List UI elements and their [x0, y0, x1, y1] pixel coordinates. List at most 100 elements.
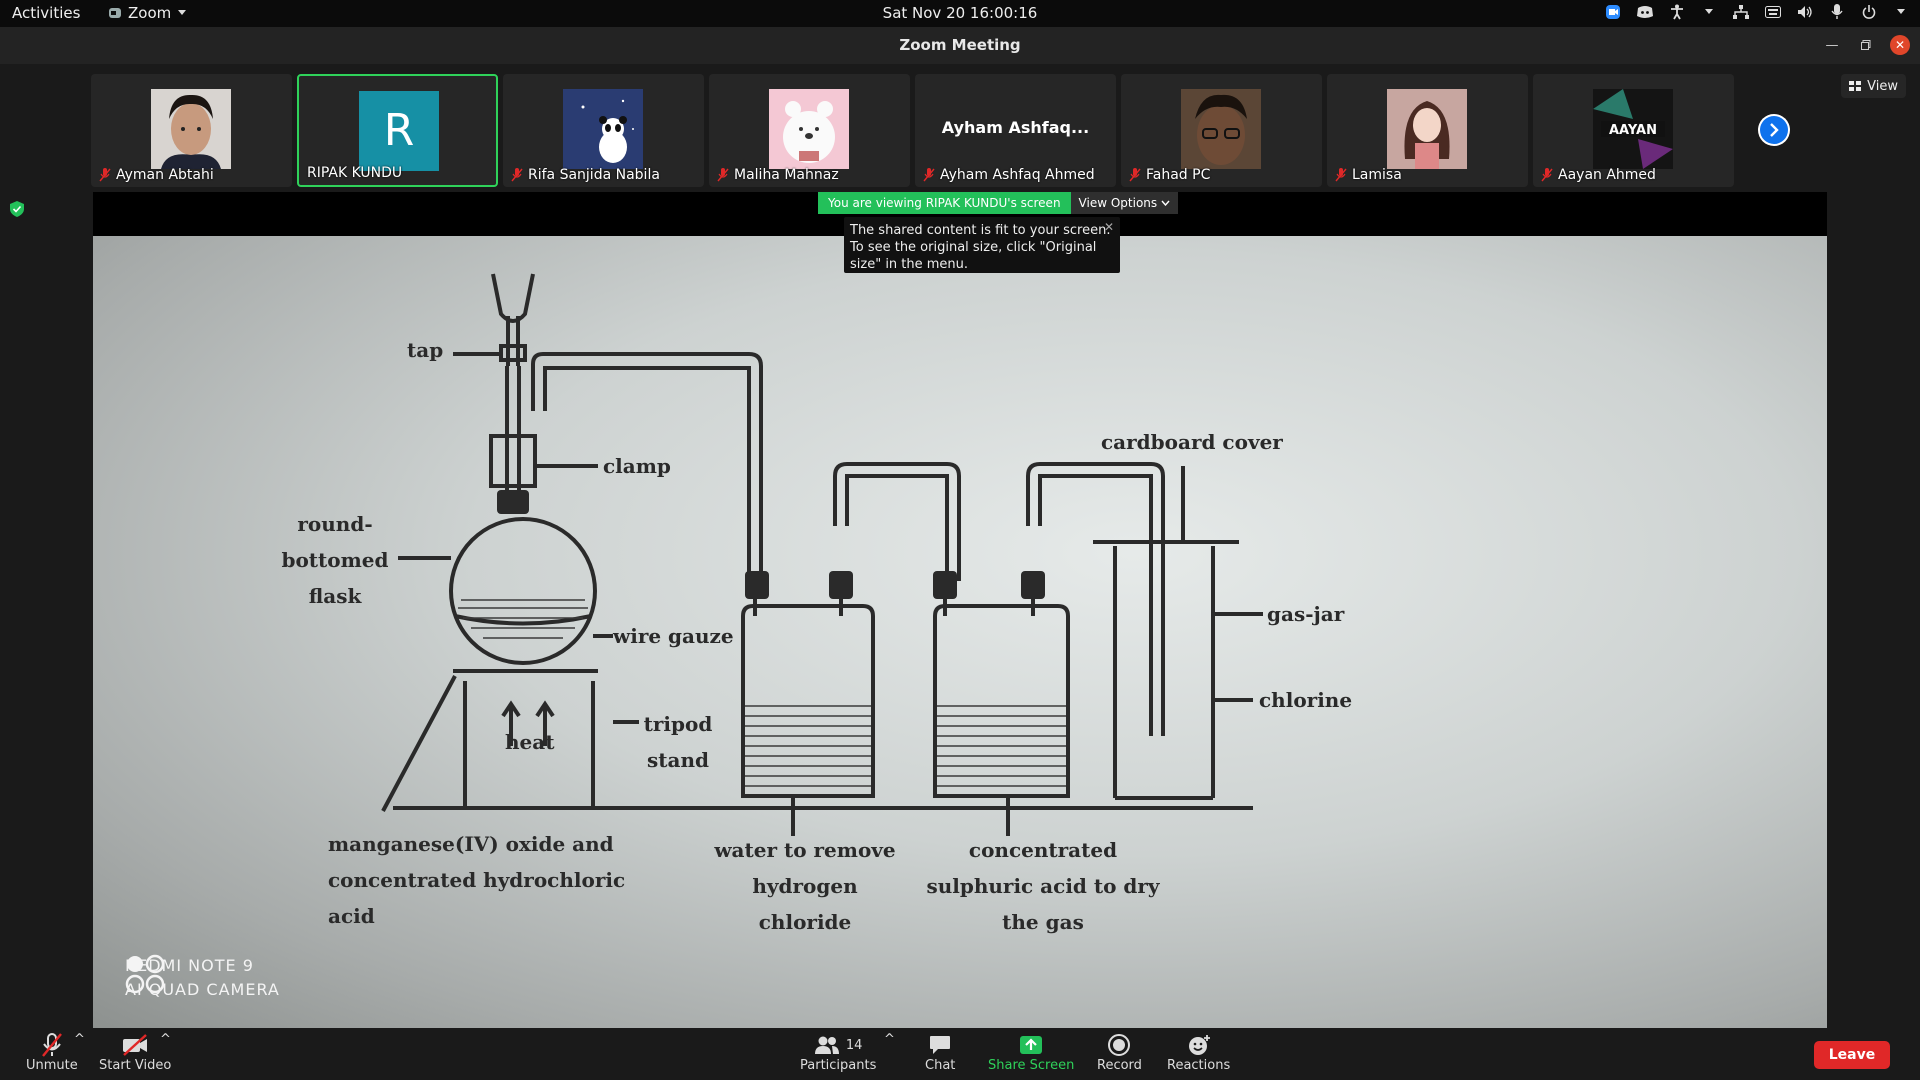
participant-name: Aayan Ahmed	[1558, 167, 1656, 183]
record-label: Record	[1097, 1058, 1142, 1073]
chevron-down-icon[interactable]	[1700, 3, 1718, 21]
record-button[interactable]: Record	[1097, 1032, 1142, 1073]
close-window-button[interactable]: ✕	[1890, 35, 1910, 55]
participant-avatar	[1181, 89, 1261, 169]
microphone-icon[interactable]	[1828, 3, 1846, 21]
participant-tile[interactable]: Ayman Abtahi	[91, 74, 292, 187]
participant-tile-active-speaker[interactable]: R RIPAK KUNDU	[297, 74, 498, 187]
share-screen-label: Share Screen	[988, 1058, 1075, 1073]
label-heat: heat	[505, 730, 555, 754]
shared-screen[interactable]: You are viewing RIPAK KUNDU's screen Vie…	[93, 192, 1827, 1028]
participant-tile[interactable]: Maliha Mahnaz	[709, 74, 910, 187]
minimize-button[interactable]: —	[1822, 35, 1842, 55]
meeting-toolbar: Unmute ^ Start Video ^ 14 Participants ^…	[0, 1028, 1920, 1080]
system-tray	[1604, 3, 1910, 21]
audio-options-caret[interactable]: ^	[74, 1032, 85, 1047]
muted-mic-icon	[1129, 168, 1141, 182]
discord-tray-icon[interactable]	[1636, 3, 1654, 21]
participant-tile[interactable]: Lamisa	[1327, 74, 1528, 187]
chevron-down-icon	[1161, 200, 1170, 206]
label-tripod-stand: tripod stand	[643, 712, 713, 772]
share-screen-button[interactable]: Share Screen	[988, 1032, 1074, 1073]
participant-avatar	[769, 89, 849, 169]
record-icon	[1108, 1034, 1131, 1056]
label-chlorine: chlorine	[1259, 688, 1353, 712]
zoom-tray-icon[interactable]	[1604, 3, 1622, 21]
participant-name: Lamisa	[1352, 167, 1402, 183]
participant-label: Maliha Mahnaz	[717, 167, 839, 183]
aayan-avatar-text: AAYAN	[1609, 123, 1657, 138]
next-page-button[interactable]	[1758, 114, 1790, 146]
participant-label: Ayham Ashfaq Ahmed	[923, 167, 1095, 183]
participants-label: Participants	[800, 1058, 877, 1073]
share-banner: You are viewing RIPAK KUNDU's screen Vie…	[818, 192, 1179, 214]
share-screen-icon	[1020, 1036, 1043, 1054]
label-water: water to remove hydrogen chloride	[714, 838, 896, 934]
fit-to-screen-tooltip: The shared content is fit to your screen…	[844, 217, 1120, 273]
restore-button[interactable]	[1856, 35, 1876, 55]
power-icon[interactable]	[1860, 3, 1878, 21]
participant-avatar	[563, 89, 643, 169]
muted-mic-icon	[1335, 168, 1347, 182]
participant-avatar: AAYAN	[1593, 89, 1673, 169]
participants-button[interactable]: 14 Participants	[800, 1032, 876, 1073]
close-icon[interactable]: ✕	[1104, 219, 1114, 236]
participant-name: Maliha Mahnaz	[734, 167, 839, 183]
participant-initial-avatar: R	[359, 91, 439, 171]
unmute-label: Unmute	[26, 1058, 78, 1073]
participant-label: RIPAK KUNDU	[307, 165, 402, 181]
participant-tile[interactable]: AAYAN Aayan Ahmed	[1533, 74, 1734, 187]
participant-name: Ayman Abtahi	[116, 167, 214, 183]
participant-display-name: Ayham Ashfaq...	[941, 118, 1090, 137]
label-clamp: clamp	[603, 454, 671, 478]
volume-icon[interactable]	[1796, 3, 1814, 21]
participant-tile[interactable]: Ayham Ashfaq... Ayham Ashfaq Ahmed	[915, 74, 1116, 187]
participant-label: Lamisa	[1335, 167, 1402, 183]
meeting-area: View Ayman Abtahi R RIPAK KUNDU Rifa San…	[0, 64, 1920, 1028]
chevron-down-icon[interactable]	[1892, 3, 1910, 21]
window-title-bar: Zoom Meeting — ✕	[0, 27, 1920, 64]
participant-name: Fahad PC	[1146, 167, 1211, 183]
muted-mic-icon	[41, 1033, 62, 1057]
participant-strip: Ayman Abtahi R RIPAK KUNDU Rifa Sanjida …	[91, 74, 1734, 187]
muted-mic-icon	[511, 168, 523, 182]
view-button[interactable]: View	[1841, 74, 1906, 98]
participant-label: Aayan Ahmed	[1541, 167, 1656, 183]
participant-name: Rifa Sanjida Nabila	[528, 167, 660, 183]
muted-mic-icon	[923, 168, 935, 182]
chat-label: Chat	[925, 1058, 956, 1073]
participant-label: Ayman Abtahi	[99, 167, 214, 183]
viewing-banner: You are viewing RIPAK KUNDU's screen	[818, 192, 1071, 214]
participant-name: RIPAK KUNDU	[307, 165, 403, 181]
camera-watermark: REDMI NOTE 9 AI QUAD CAMERA	[125, 954, 280, 1002]
participants-options-caret[interactable]: ^	[884, 1032, 895, 1047]
view-button-label: View	[1867, 78, 1898, 94]
reactions-button[interactable]: Reactions	[1167, 1032, 1230, 1073]
participant-label: Fahad PC	[1129, 167, 1210, 183]
label-tap: tap	[407, 338, 444, 362]
tooltip-text: The shared content is fit to your screen…	[850, 223, 1111, 272]
camera-logo-icon	[125, 954, 165, 994]
window-title: Zoom Meeting	[899, 36, 1021, 54]
reactions-icon	[1188, 1035, 1210, 1055]
leave-button[interactable]: Leave	[1814, 1041, 1890, 1069]
video-options-caret[interactable]: ^	[160, 1032, 171, 1047]
chat-icon	[930, 1036, 951, 1054]
start-video-label: Start Video	[99, 1058, 172, 1073]
network-icon[interactable]	[1732, 3, 1750, 21]
participant-tile[interactable]: Fahad PC	[1121, 74, 1322, 187]
label-cardboard-cover: cardboard cover	[1101, 430, 1283, 454]
keyboard-icon[interactable]	[1764, 3, 1782, 21]
encryption-shield-icon[interactable]	[10, 201, 24, 217]
accessibility-icon[interactable]	[1668, 3, 1686, 21]
label-gas-jar: gas-jar	[1267, 602, 1345, 626]
muted-mic-icon	[1541, 168, 1553, 182]
participant-avatar	[1387, 89, 1467, 169]
chat-button[interactable]: Chat	[925, 1032, 955, 1073]
chevron-right-icon	[1770, 123, 1779, 137]
grid-icon	[1849, 81, 1862, 91]
label-round-bottomed-flask: round-bottomed flask	[281, 512, 389, 608]
participant-tile[interactable]: Rifa Sanjida Nabila	[503, 74, 704, 187]
unmute-button[interactable]: Unmute	[26, 1032, 78, 1073]
view-options-button[interactable]: View Options	[1070, 192, 1179, 214]
